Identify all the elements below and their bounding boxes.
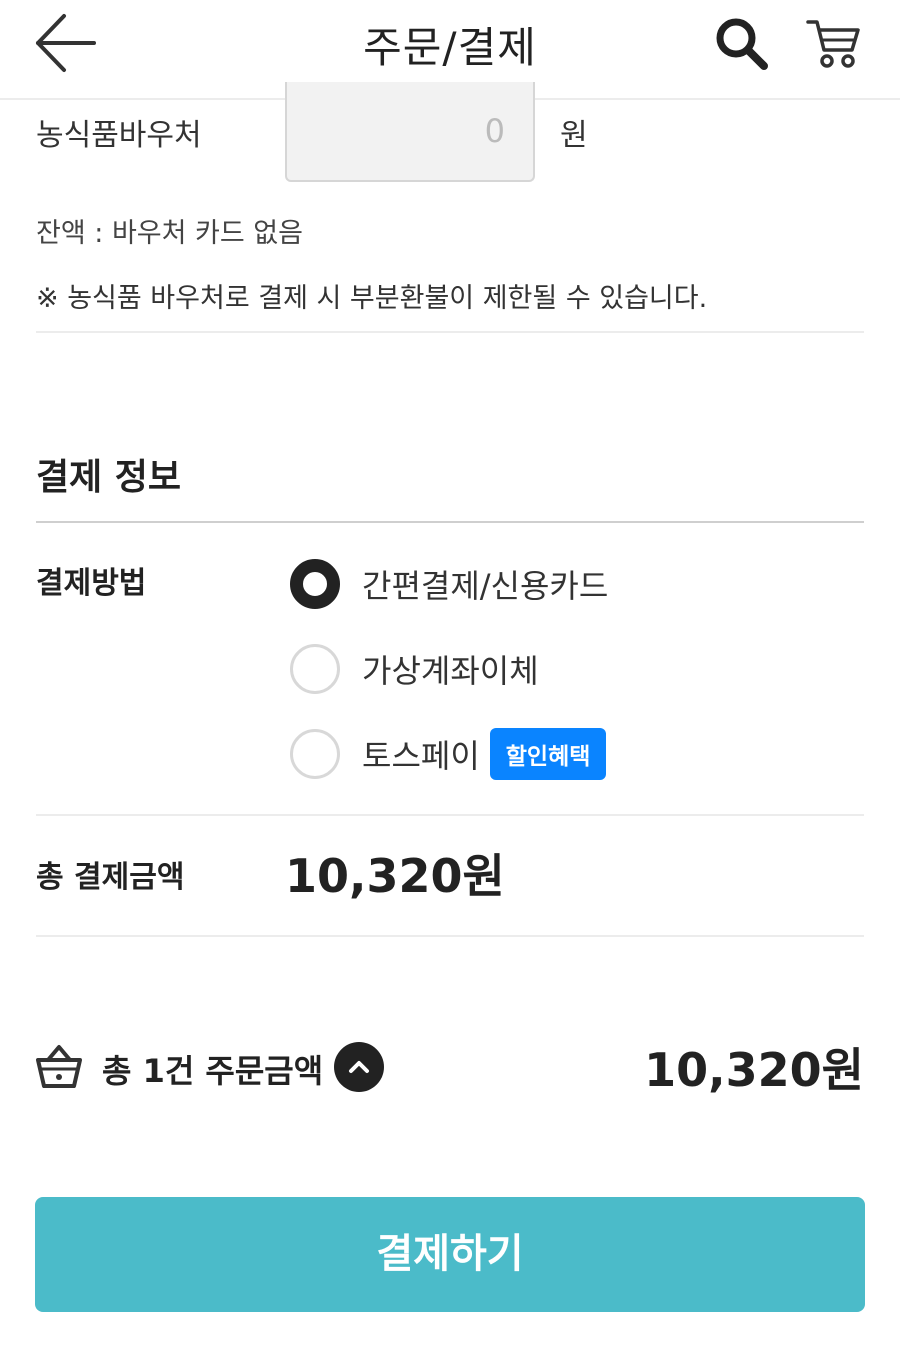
section-divider [36,521,864,523]
divider [36,935,864,937]
radio-unchecked-icon[interactable] [290,729,340,779]
voucher-unit: 원 [560,118,588,153]
payment-method-option-virtual-account[interactable]: 가상계좌이체 [290,643,539,695]
payment-method-label-card: 간편결제/신용카드 [362,567,609,605]
payment-method-option-card[interactable]: 간편결제/신용카드 [290,558,608,610]
radio-unchecked-icon[interactable] [290,644,340,694]
total-payment-label: 총 결제금액 [36,860,185,895]
payment-method-option-tosspay[interactable]: 토스페이 할인혜택 [290,728,607,780]
cart-button[interactable] [804,14,864,74]
radio-checked-icon[interactable] [290,559,340,609]
discount-badge: 할인혜택 [489,728,607,780]
search-icon [716,18,768,70]
payment-method-label-virtual-account: 가상계좌이체 [362,652,539,690]
order-summary-text: 총 1건 주문금액 [102,1052,324,1090]
total-payment-value: 10,320원 [285,849,505,903]
payment-method-label-tosspay: 토스페이 [362,737,480,775]
search-button[interactable] [712,14,774,74]
divider [36,331,864,333]
payment-method-label: 결제방법 [36,566,147,601]
order-summary-amount: 10,320원 [644,1043,864,1097]
basket-icon [34,1042,84,1090]
voucher-notice: ※ 농식품 바우처로 결제 시 부분환불이 제한될 수 있습니다. [36,283,708,314]
pay-button[interactable]: 결제하기 [35,1197,865,1312]
voucher-label: 농식품바우처 [36,118,202,153]
divider [36,814,864,816]
order-summary-toggle-button[interactable] [334,1042,384,1092]
chevron-up-icon [349,1061,369,1073]
cart-icon [806,20,860,68]
voucher-balance: 잔액 : 바우처 카드 없음 [36,218,303,249]
section-title-payment-info: 결제 정보 [36,457,182,498]
voucher-amount-input[interactable]: 0 [285,82,535,182]
